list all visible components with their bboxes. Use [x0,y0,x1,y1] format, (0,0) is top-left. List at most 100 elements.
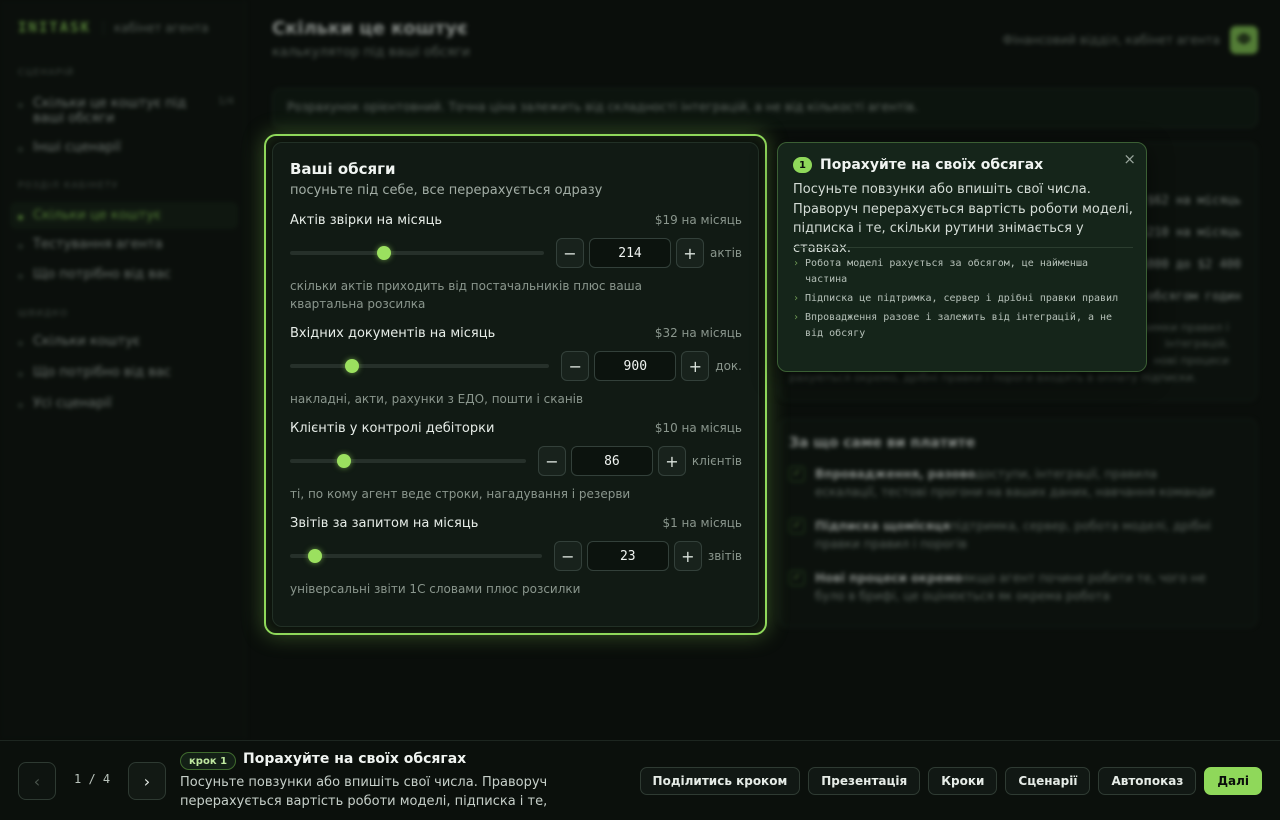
volume-price: $1 на місяць [662,516,742,530]
autoplay-button[interactable]: Автопоказ [1098,767,1197,795]
tooltip-bullet-text: Робота моделі рахується за обсягом, це н… [805,258,1088,285]
increment-button[interactable]: + [673,541,702,571]
page-header: Скільки це коштує калькулятор під ваші о… [272,18,470,60]
sidebar-item-quick-requirements[interactable]: Що потрібно від вас [18,365,234,380]
page-title: Скільки це коштує [272,18,468,39]
next-button[interactable]: Далі [1204,767,1262,795]
bullet-icon [18,244,23,249]
bullet-icon [18,147,23,152]
payment-item: ✓ Впровадження, разоводоступи, інтеграці… [789,465,1219,501]
sidebar-section-title: Швидко [18,309,69,319]
slider-thumb[interactable] [376,246,391,260]
tooltip-title: Порахуйте на своїх обсягах [820,157,1044,173]
sidebar-item-label: Що потрібно від вас [33,267,171,282]
volume-hint: накладні, акти, рахунки з ЕДО, пошти і с… [290,392,584,406]
chevron-right-icon: › [793,312,800,323]
volume-control: − 86 + клієнтів [290,445,742,477]
volume-input[interactable]: 86 [570,446,653,476]
tooltip-header: 1 Порахуйте на своїх обсягах [793,157,1043,173]
volume-input[interactable]: 23 [586,541,669,571]
step-number-badge: 1 [793,157,812,173]
decrement-button[interactable]: − [556,238,584,268]
brand-subtitle: кабінет агента [103,21,209,35]
chevron-right-icon: › [793,293,800,304]
bullet-icon [18,403,23,408]
sidebar-item-all-scenarios[interactable]: Усі сценарії [18,396,234,411]
notice-banner: Розрахунок орієнтовний. Точна ціна залеж… [272,88,1258,128]
volume-input[interactable]: 214 [589,238,671,268]
volume-price: $19 на місяць [654,213,742,227]
volume-slider[interactable] [290,549,542,563]
volume-hint: універсальні звіти 1С словами плюс розси… [290,582,581,596]
tooltip-bullet-text: Впровадження разове і залежить від інтег… [805,312,1113,339]
tooltip-bullet: › Підписка це підтримка, сервер і дрібні … [793,291,1133,307]
volumes-subtitle: посуньте під себе, все перерахується одр… [290,183,603,198]
check-icon: ✓ [789,466,805,482]
bullet-icon [18,103,23,108]
summary-note: рахуються окремо, дрібні правки і пороги… [789,371,1197,384]
increment-button[interactable]: + [657,446,686,476]
decrement-button[interactable]: − [561,351,590,381]
presentation-button[interactable]: Презентація [808,767,921,795]
sidebar-item-quick-pricing[interactable]: Скільки коштує [18,334,234,349]
sidebar-item-other-scenarios[interactable]: Інші сценарії [18,140,234,155]
volume-control: − 23 + звітів [290,540,742,572]
sidebar-item-label: Інші сценарії [33,140,121,155]
page-subtitle: калькулятор під ваші обсяги [272,45,471,60]
tooltip-bullets: › Робота моделі рахується за обсягом, це … [793,256,1133,345]
volume-slider[interactable] [290,246,544,260]
slider-thumb[interactable] [308,549,323,563]
bullet-icon [18,274,23,279]
sidebar-section-title: Розділ кабінету [18,181,119,191]
next-step-button[interactable]: › [128,762,166,800]
slider-thumb[interactable] [337,454,352,468]
step-counter: 1 / 4 [74,772,111,786]
volume-input[interactable]: 900 [594,351,677,381]
payment-breakdown-card: За що саме ви платите ✓ Впровадження, ра… [778,418,1258,628]
volume-slider[interactable] [290,454,526,468]
account-info[interactable]: Фінансовий відділ, кабінет агента Ф [1003,26,1258,54]
sidebar-item-label: Що потрібно від вас [33,365,171,380]
volume-control: − 900 + док. [290,350,742,382]
volume-slider[interactable] [290,359,550,373]
step-title: Порахуйте на своїх обсягах [243,751,467,767]
volume-label: Актів звірки на місяць [290,213,443,228]
avatar[interactable]: Ф [1230,26,1258,54]
sidebar-item-testing[interactable]: Тестування агента [18,237,234,252]
sidebar: INITASK кабінет агента Сценарій Скільки … [0,0,246,740]
payment-item-title: Підписка щомісяця [815,519,950,533]
sidebar-item-label: Усі сценарії [33,396,112,411]
bullet-icon [18,341,23,346]
volume-hint: ті, по кому агент веде строки, нагадуван… [290,487,631,501]
sidebar-item-pricing-scenario[interactable]: Скільки це коштує під ваші обсяги 1/4 [18,96,234,126]
volume-control: − 214 + актів [290,237,742,269]
decrement-button[interactable]: − [537,446,566,476]
check-icon: ✓ [789,570,805,586]
slider-thumb[interactable] [345,359,360,373]
sidebar-item-pricing[interactable]: Скільки це коштує [10,202,238,229]
check-icon: ✓ [789,518,805,534]
scenarios-button[interactable]: Сценарії [1005,767,1091,795]
payment-item-title: Нові процеси окремо [815,571,963,585]
decrement-button[interactable]: − [553,541,582,571]
volume-price: $10 на місяць [654,421,742,435]
step-description: Посуньте повзунки або впишіть свої числа… [180,775,548,809]
prev-step-button[interactable]: ‹ [18,762,56,800]
summary-line: $800 до $2 400 [1139,257,1241,271]
increment-button[interactable]: + [681,351,710,381]
volumes-title: Ваші обсяги [290,160,396,178]
tour-bar: ‹ 1 / 4 › крок 1 Порахуйте на своїх обся… [0,740,1280,820]
account-label: Фінансовий відділ, кабінет агента [1002,33,1220,47]
chevron-right-icon: › [793,258,800,269]
tooltip-bullet-text: Підписка це підтримка, сервер і дрібні п… [805,293,1119,304]
volumes-panel: Ваші обсяги посуньте під себе, все перер… [272,142,759,627]
steps-button[interactable]: Кроки [928,767,998,795]
close-icon[interactable]: × [1123,150,1136,168]
tooltip-bullet: › Впровадження разове і залежить від інте… [793,310,1133,342]
sidebar-item-label: Скільки це коштує під ваші обсяги [33,96,187,126]
sidebar-item-label: Тестування агента [33,237,163,252]
sidebar-item-requirements[interactable]: Що потрібно від вас [18,267,234,282]
share-step-button[interactable]: Поділитись кроком [639,767,801,795]
increment-button[interactable]: + [676,238,704,268]
volume-hint: скільки актів приходить від постачальник… [290,279,643,311]
